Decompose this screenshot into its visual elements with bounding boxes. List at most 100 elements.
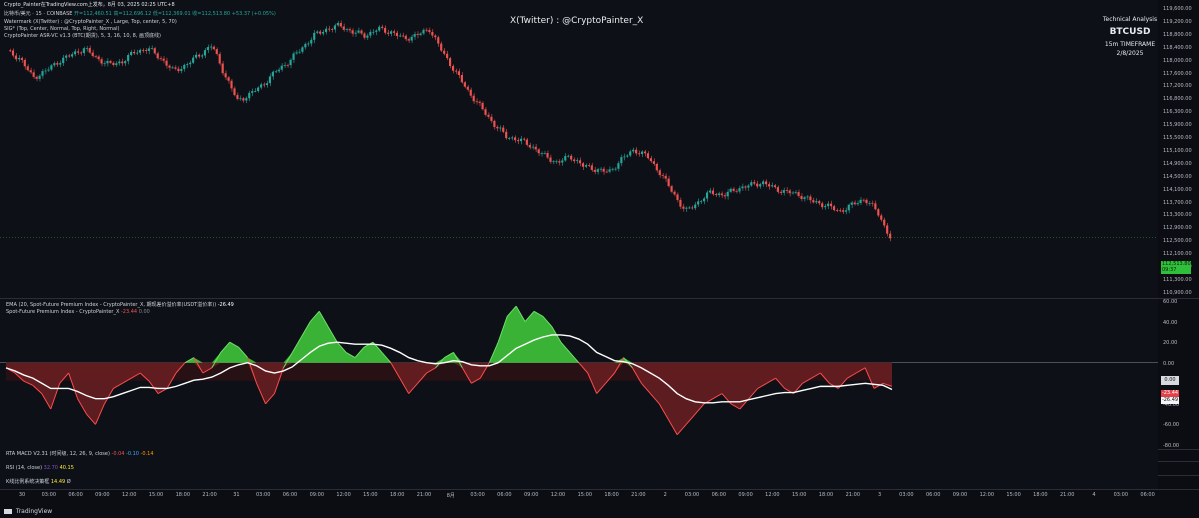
watermark-indicator-legend[interactable]: Watermark (X(Twitter) : @CryptoPainter_X… xyxy=(4,19,177,26)
candle-body xyxy=(271,71,274,77)
candle-body xyxy=(886,225,889,234)
candle-body xyxy=(381,26,384,28)
price-chart-svg[interactable] xyxy=(0,0,1158,298)
candle-body xyxy=(528,144,531,148)
symbol-legend[interactable]: 比特币/美元 · 15 · COINBASE 开=112,460.51 高=11… xyxy=(4,11,276,18)
candle-body xyxy=(348,29,351,31)
candle-body xyxy=(100,59,103,64)
kline-pane[interactable] xyxy=(0,475,1158,489)
candle-body xyxy=(883,219,886,226)
price-axis-tick: 115,500.00 xyxy=(1163,135,1192,141)
candle-body xyxy=(756,183,759,187)
candle-body xyxy=(732,188,735,191)
candle-body xyxy=(620,157,623,164)
candle-body xyxy=(640,151,644,155)
spi-legend[interactable]: Spot-Future Premium Index - CryptoPainte… xyxy=(6,309,150,316)
candle-body xyxy=(82,48,85,54)
ema-legend[interactable]: EMA (20, Spot-Future Premium Index - Cry… xyxy=(6,302,234,309)
price-axis[interactable]: 119,600.00 119,200.00 118,800.00 118,400.00… xyxy=(1160,0,1199,298)
candle-body xyxy=(593,169,596,172)
rsi-legend[interactable]: RSI (14, close) 32.70 40.15 xyxy=(6,465,74,472)
premium-index-svg[interactable] xyxy=(0,299,1158,449)
candle-body xyxy=(14,55,18,60)
candle-body xyxy=(451,66,455,71)
price-axis-tick: 112,100.00 xyxy=(1163,251,1192,258)
time-axis-tick: 09:00 xyxy=(738,492,753,498)
sig-indicator-legend[interactable]: SIG* (Top, Center, Normal, Top, Right, N… xyxy=(4,26,119,33)
candle-body xyxy=(189,62,192,65)
price-axis-tick: 113,700.00 xyxy=(1163,199,1192,206)
time-axis-tick: 09:00 xyxy=(952,492,968,498)
candle-body xyxy=(558,161,561,163)
ohlc-low: 低=112,369.01 xyxy=(152,11,191,17)
pane-separator[interactable] xyxy=(0,489,1199,490)
candle-body xyxy=(723,195,726,197)
candle-body xyxy=(245,98,248,101)
macd-legend[interactable]: RTA MACD V2.31 (时间级, 12, 26, 9, close) -… xyxy=(6,451,154,458)
candle-body xyxy=(490,116,493,121)
tradingview-logo-text: TradingView xyxy=(15,508,53,515)
candle-body xyxy=(635,149,638,154)
candle-body xyxy=(664,175,667,179)
time-axis-tick: 06:00 xyxy=(925,492,941,498)
candle-body xyxy=(469,89,472,96)
candle-body xyxy=(203,50,207,56)
candle-body xyxy=(23,59,26,67)
candle-body xyxy=(79,52,82,54)
candle-body xyxy=(797,192,800,196)
candle-body xyxy=(289,59,292,66)
candle-body xyxy=(829,203,833,207)
price-chart-pane[interactable] xyxy=(0,0,1158,298)
indicator-axis[interactable]: 60.0040.0020.000.00-20.00-40.00-60.00-80… xyxy=(1160,299,1199,449)
candle-body xyxy=(103,63,106,65)
price-axis-tick: 118,000.00 xyxy=(1163,57,1192,64)
price-axis-tick: 118,400.00 xyxy=(1163,44,1192,51)
candle-body xyxy=(505,131,508,139)
candle-body xyxy=(759,184,762,187)
candle-body xyxy=(691,207,694,209)
candle-body xyxy=(460,74,463,83)
tradingview-logo[interactable]: TradingView xyxy=(4,508,52,515)
candle-body xyxy=(685,207,688,209)
candle-body xyxy=(330,29,334,31)
candle-body xyxy=(404,35,407,40)
candle-body xyxy=(889,233,892,239)
candle-body xyxy=(366,35,369,38)
candle-body xyxy=(174,67,177,69)
candle-body xyxy=(827,203,830,207)
rsi-label: RSI (14, close) xyxy=(6,465,43,471)
candle-body xyxy=(112,62,115,65)
candle-body xyxy=(378,26,381,31)
candle-body xyxy=(130,51,133,55)
candle-body xyxy=(516,140,520,142)
macd-pane[interactable] xyxy=(0,449,1158,461)
candle-body xyxy=(676,194,679,200)
asr-indicator-legend[interactable]: CryptoPainter ASR-VC v1.3 (BTC(期货), 5, 3… xyxy=(4,33,161,40)
candle-body xyxy=(791,192,794,194)
candle-body xyxy=(667,178,670,187)
candle-body xyxy=(844,210,847,212)
candle-body xyxy=(192,57,195,63)
candle-body xyxy=(638,153,641,155)
price-axis-tick: 112,500.00 xyxy=(1163,238,1192,245)
candle-body xyxy=(94,56,97,57)
time-axis-tick: 31 xyxy=(233,492,240,498)
candle-body xyxy=(549,157,552,162)
candle-body xyxy=(375,30,378,32)
time-axis-tick: 2 xyxy=(663,492,667,498)
time-axis-tick: 18:00 xyxy=(1033,492,1048,498)
candle-body xyxy=(431,31,434,36)
rsi-pane[interactable] xyxy=(0,461,1158,475)
candle-body xyxy=(688,207,691,209)
time-axis-tick: 09:00 xyxy=(309,492,325,498)
kline-legend[interactable]: K线比例系统决策框 14.49 Ø xyxy=(6,479,71,486)
price-axis-tick: 117,600.00 xyxy=(1163,70,1192,77)
candle-body xyxy=(522,138,525,140)
candle-body xyxy=(824,206,827,208)
rsi-value-1: 32.70 xyxy=(43,465,58,471)
premium-index-pane[interactable] xyxy=(0,299,1158,449)
candle-body xyxy=(407,39,410,41)
candle-body xyxy=(841,210,844,212)
ohlc-close: 收=112,513.80 xyxy=(192,11,231,17)
candle-body xyxy=(11,50,15,56)
